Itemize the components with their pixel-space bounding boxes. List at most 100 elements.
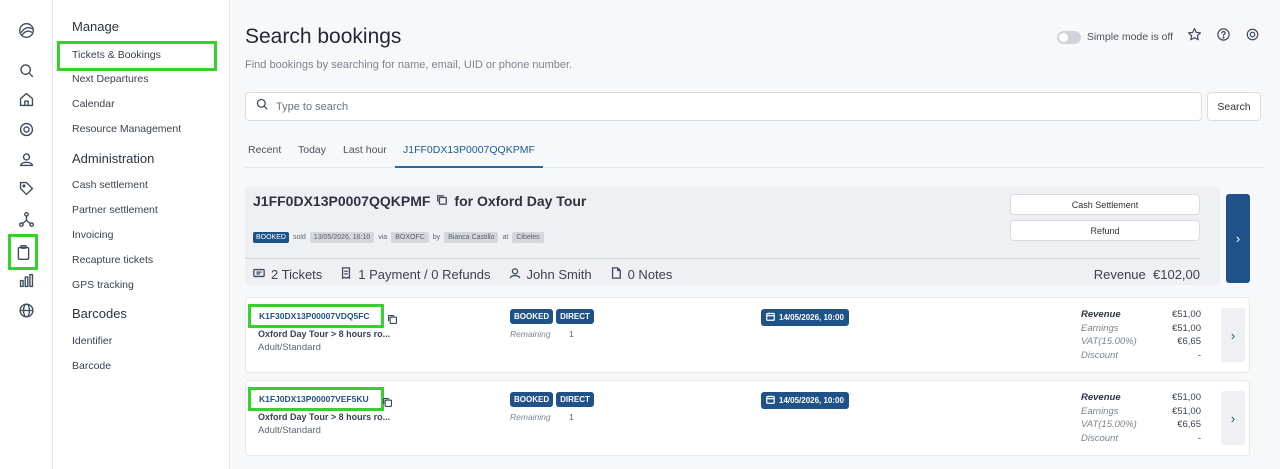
ticket-status-badge: BOOKED: [510, 392, 554, 407]
ticket-channel-badge: DIRECT: [556, 309, 594, 324]
tag-icon[interactable]: [11, 175, 41, 201]
chevron-right-icon: ›: [1230, 327, 1236, 343]
home-icon[interactable]: [11, 86, 41, 112]
tickets-stat[interactable]: 2 Tickets: [253, 267, 322, 282]
discount-value: -: [1197, 349, 1201, 361]
note-icon: [610, 267, 622, 282]
discount-value: -: [1197, 432, 1201, 444]
user-icon[interactable]: [11, 146, 41, 172]
booking-stats: 2 Tickets 1 Payment / 0 Refunds John Smi…: [253, 267, 672, 282]
ticket-date: 14/05/2026, 10:00: [779, 313, 844, 322]
search-icon[interactable]: [11, 57, 41, 83]
copy-icon[interactable]: [436, 193, 448, 209]
ticket-icon: [253, 267, 265, 282]
payments-stat[interactable]: 1 Payment / 0 Refunds: [340, 267, 491, 282]
tab-last-hour[interactable]: Last hour: [343, 144, 387, 156]
menu-section-manage: Manage: [72, 19, 119, 34]
main-content: Search bookings Find bookings by searchi…: [230, 0, 1280, 469]
network-icon[interactable]: [11, 206, 41, 232]
notes-count: 0 Notes: [627, 267, 673, 282]
ticket-financials: Revenue €51,00 Earnings €51,00 VAT(15.00%)…: [1081, 392, 1201, 446]
menu-item-invoicing[interactable]: Invoicing: [72, 229, 113, 241]
tickets-count: 2 Tickets: [271, 267, 323, 282]
revenue-value: €51,00: [1171, 309, 1201, 320]
page-subtitle: Find bookings by searching for name, ema…: [245, 59, 573, 71]
cash-settlement-button[interactable]: Cash Settlement: [1010, 194, 1200, 215]
tab-booking[interactable]: J1FF0DX13P0007QQKPMF: [395, 144, 543, 168]
ticket-open-button[interactable]: ›: [1221, 308, 1245, 362]
tab-today[interactable]: Today: [298, 144, 326, 156]
location-badge: Cibeles: [512, 232, 544, 243]
menu-item-partner-settlement[interactable]: Partner settlement: [72, 204, 158, 216]
sold-date: 13/05/2026, 16:10: [309, 232, 375, 243]
menu-item-tickets-bookings[interactable]: Tickets & Bookings: [57, 41, 217, 71]
discount-label: Discount: [1081, 432, 1118, 444]
menu-item-identifier[interactable]: Identifier: [72, 335, 112, 347]
ticket-date-badge: 14/05/2026, 10:00: [761, 392, 849, 409]
globe-icon[interactable]: [11, 297, 41, 323]
remaining-value: 1: [569, 329, 574, 339]
ticket-row[interactable]: K1F30DX13P00007VDQ5FC Oxford Day Tour > …: [245, 297, 1250, 373]
agent-badge: Bianca Castillo: [444, 232, 499, 243]
ticket-open-button[interactable]: ›: [1221, 391, 1245, 445]
customer-name: John Smith: [526, 267, 592, 282]
copy-icon[interactable]: [387, 312, 398, 330]
remaining-label: Remaining: [510, 412, 551, 422]
menu-item-cash-settlement[interactable]: Cash settlement: [72, 179, 148, 191]
ticket-row[interactable]: K1FJ0DX13P00007VEF5KU Oxford Day Tour > …: [245, 380, 1250, 456]
menu-item-calendar[interactable]: Calendar: [72, 98, 115, 110]
chart-icon[interactable]: [11, 267, 41, 293]
booking-summary-card: J1FF0DX13P0007QQKPMF for Oxford Day Tour…: [245, 186, 1220, 285]
refund-button[interactable]: Refund: [1010, 220, 1200, 241]
help-icon[interactable]: [1216, 27, 1231, 47]
ticket-date-badge: 14/05/2026, 10:00: [761, 309, 849, 326]
ticket-status-badge: BOOKED: [510, 309, 554, 324]
booking-title: J1FF0DX13P0007QQKPMF for Oxford Day Tour: [253, 193, 586, 209]
receipt-icon: [340, 267, 352, 282]
earnings-value: €51,00: [1171, 322, 1201, 334]
ticket-channel-badge: DIRECT: [556, 392, 594, 407]
revenue-label: Revenue: [1093, 267, 1146, 282]
revenue-label: Revenue: [1081, 392, 1121, 403]
header-tools: Simple mode is off: [1056, 27, 1260, 47]
menu-item-barcode[interactable]: Barcode: [72, 360, 111, 372]
remaining-value: 1: [569, 412, 574, 422]
calendar-icon: [766, 312, 775, 323]
search-button[interactable]: Search: [1207, 92, 1261, 121]
chevron-right-icon: ›: [1235, 231, 1241, 246]
gear-icon[interactable]: [11, 116, 41, 142]
star-icon[interactable]: [1187, 27, 1202, 47]
copy-icon[interactable]: [382, 395, 393, 413]
clipboard-icon[interactable]: [8, 234, 38, 270]
menu-section-administration: Administration: [72, 151, 155, 166]
tab-recent[interactable]: Recent: [248, 144, 281, 156]
search-icon: [255, 97, 269, 116]
ticket-id[interactable]: K1FJ0DX13P00007VEF5KU: [248, 387, 384, 411]
side-menu: Manage Tickets & Bookings Next Departure…: [53, 0, 230, 469]
menu-item-next-departures[interactable]: Next Departures: [72, 73, 148, 85]
booking-revenue: Revenue €102,00: [1094, 267, 1200, 282]
tab-bar: Recent Today Last hour J1FF0DX13P0007QQK…: [245, 137, 1265, 168]
logo-icon[interactable]: [11, 17, 41, 43]
notes-stat[interactable]: 0 Notes: [610, 267, 673, 282]
simple-mode-toggle[interactable]: [1056, 30, 1081, 44]
customer-stat[interactable]: John Smith: [509, 267, 592, 282]
at-label: at: [502, 234, 509, 241]
revenue-value: €102,00: [1153, 267, 1200, 282]
earnings-value: €51,00: [1171, 405, 1201, 417]
ticket-type: Adult/Standard: [258, 425, 321, 436]
settings-icon[interactable]: [1245, 27, 1260, 47]
menu-item-resource-management[interactable]: Resource Management: [72, 123, 181, 135]
booking-meta: BOOKED sold 13/05/2026, 16:10 via BOXOFC…: [253, 232, 544, 243]
booking-open-button[interactable]: ›: [1226, 194, 1250, 283]
menu-item-gps-tracking[interactable]: GPS tracking: [72, 279, 134, 291]
simple-mode-label: Simple mode is off: [1086, 31, 1173, 43]
ticket-financials: Revenue €51,00 Earnings €51,00 VAT(15.00%)…: [1081, 309, 1201, 363]
sold-label: sold: [292, 234, 306, 241]
menu-item-recapture-tickets[interactable]: Recapture tickets: [72, 254, 153, 266]
search-input[interactable]: [276, 100, 1176, 113]
ticket-id[interactable]: K1F30DX13P00007VDQ5FC: [248, 304, 384, 328]
icon-rail: [0, 0, 53, 469]
search-box: [245, 92, 1202, 121]
earnings-label: Earnings: [1081, 405, 1119, 417]
